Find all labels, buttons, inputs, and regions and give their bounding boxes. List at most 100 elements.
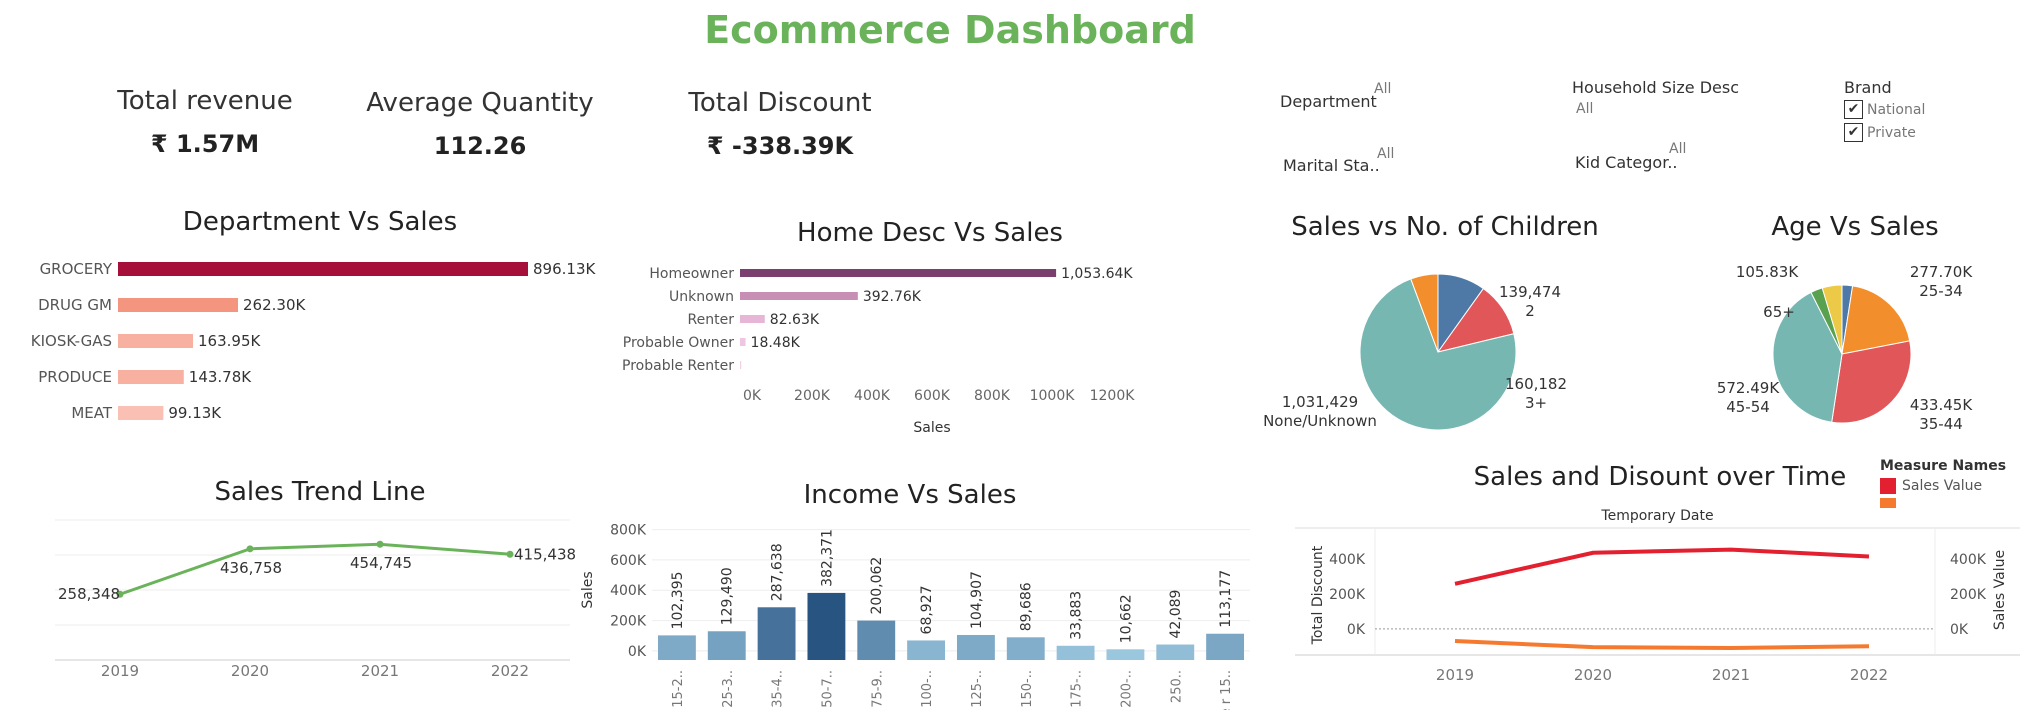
income-bar: [907, 640, 946, 660]
filter-department-value[interactable]: All: [1374, 81, 1391, 97]
home-x-tick-label: 800K: [974, 388, 1011, 404]
time-y-right-tick-label: 0K: [1950, 622, 1969, 638]
income-x-tick-label: 50-7..: [820, 670, 835, 708]
legend-label: Sales Value: [1902, 478, 1983, 494]
kpi-quantity-label: Average Quantity: [366, 88, 594, 118]
sales-discount-time-chart: Temporary Date0K 0K200K 200K400K 400KTotal …: [1295, 508, 2020, 684]
legend-swatch: [1880, 478, 1896, 494]
dept-value-label: 896.13K: [533, 260, 596, 278]
pie-value-label: 160,182: [1505, 375, 1567, 393]
income-bar: [1156, 644, 1195, 660]
pie-category-label: 25-34: [1919, 282, 1963, 300]
legend-title: Measure Names: [1880, 458, 2007, 474]
legend-item[interactable]: Sales Value: [1880, 478, 2020, 498]
income-x-tick-label: 100-..: [920, 670, 935, 708]
home-category-label: Unknown: [669, 289, 734, 305]
dept-bar: [118, 406, 164, 420]
filter-marital-label: Marital Sta..: [1283, 156, 1380, 175]
home-x-tick-label: 600K: [914, 388, 951, 404]
checkbox-checked-icon[interactable]: ✔: [1844, 123, 1863, 142]
checkbox-checked-icon[interactable]: ✔: [1844, 100, 1863, 119]
income-y-tick-label: 200K: [610, 614, 647, 630]
time-y-left-axis-label: Total Discount: [1310, 545, 1326, 645]
children-pie-chart: 139,4742 160,1823+ 1,031,429None/Unknown: [1263, 273, 1567, 431]
kpi-quantity-value: 112.26: [433, 132, 527, 160]
income-x-tick-label: 75-9..: [870, 670, 885, 708]
home-desc-bar-chart: Homeowner 1,053.64K Unknown 392.76K Renter 82…: [622, 266, 1135, 436]
dept-category-label: KIOSK-GAS: [31, 332, 112, 350]
time-x-tick-label: 2022: [1850, 666, 1888, 684]
pie-category-label: 2: [1525, 302, 1535, 320]
time-x-axis-label: Temporary Date: [1600, 508, 1713, 524]
income-value-label: 113,177: [1218, 570, 1234, 628]
income-x-tick-label: 175-..: [1070, 670, 1085, 708]
dept-value-label: 163.95K: [198, 332, 261, 350]
income-bar: [1006, 637, 1045, 660]
pie-value-label: 1,031,429: [1282, 393, 1358, 411]
trend-point: [376, 540, 384, 548]
trend-x-tick-label: 2020: [231, 662, 269, 680]
dept-value-label: 99.13K: [168, 404, 222, 422]
income-x-tick-label: 250..: [1169, 670, 1184, 703]
dept-bar: [118, 370, 184, 384]
age-pie-chart: 277.70K25-34 433.45K35-44 572.49K45-54 105.…: [1717, 263, 1973, 433]
income-value-label: 287,638: [770, 543, 786, 601]
dept-value-label: 262.30K: [243, 296, 306, 314]
home-value-label: 1,053.64K: [1061, 266, 1133, 282]
income-bar: [857, 620, 896, 660]
pie-value-label: 139,474: [1499, 283, 1561, 301]
pie-category-label: 35-44: [1919, 415, 1963, 433]
home-category-label: Renter: [688, 312, 735, 328]
filter-kid-label: Kid Categor..: [1575, 153, 1678, 172]
income-x-tick-label: 150-..: [1020, 670, 1035, 708]
income-x-tick-label: 200-..: [1119, 670, 1134, 708]
trend-point: [246, 545, 254, 553]
income-bar: [807, 592, 846, 660]
income-value-label: 33,883: [1069, 591, 1085, 640]
children-chart-title: Sales vs No. of Children: [1291, 212, 1599, 242]
pie-category-label: None/Unknown: [1263, 412, 1377, 430]
filter-brand-option-private[interactable]: ✔ Private: [1844, 122, 1916, 142]
pie-category-label: 45-54: [1726, 398, 1770, 416]
income-bar: [657, 635, 696, 660]
home-bar: [740, 338, 746, 346]
pie-value-label: 433.45K: [1910, 396, 1973, 414]
income-bar: [1106, 649, 1145, 660]
income-value-label: 129,490: [720, 567, 736, 625]
time-y-left-tick-label: 0K: [1347, 622, 1366, 638]
legend-item[interactable]: [1880, 498, 2020, 508]
income-value-label: 200,062: [869, 557, 885, 615]
pie-category-label: 65+: [1763, 303, 1795, 321]
brand-option-label: Private: [1867, 125, 1916, 141]
income-value-label: 89,686: [1019, 582, 1035, 631]
filter-household-value[interactable]: All: [1576, 101, 1593, 117]
time-series-line: [1454, 639, 1870, 651]
time-y-right-tick-label: 200K: [1950, 587, 1987, 603]
pie-category-label: 3+: [1525, 394, 1547, 412]
income-value-label: 10,662: [1118, 594, 1134, 643]
filter-brand-option-national[interactable]: ✔ National: [1844, 99, 1925, 119]
time-y-left-tick-label: 200K: [1329, 587, 1366, 603]
filter-kid-value[interactable]: All: [1669, 141, 1686, 157]
income-value-label: 42,089: [1168, 590, 1184, 639]
pie-slice: [1831, 340, 1912, 424]
trend-value-label: 436,758: [220, 559, 282, 577]
income-y-tick-label: 400K: [610, 583, 647, 599]
age-chart-title: Age Vs Sales: [1771, 212, 1939, 242]
dept-category-label: MEAT: [71, 404, 113, 422]
home-x-axis-label: Sales: [913, 420, 950, 436]
filter-brand-label: Brand: [1844, 78, 1892, 97]
trend-x-tick-label: 2022: [491, 662, 529, 680]
kpi-discount-value: ₹ -338.39K: [706, 132, 854, 160]
kpi-revenue-value: ₹ 1.57M: [150, 130, 260, 158]
home-bar: [740, 315, 765, 323]
trend-chart-title: Sales Trend Line: [214, 477, 426, 507]
income-y-tick-label: 0K: [628, 644, 647, 660]
dept-bar: [118, 262, 528, 276]
time-legend: Measure Names Sales Value: [1880, 458, 2020, 508]
home-x-tick-label: 400K: [854, 388, 891, 404]
income-value-label: 382,371: [819, 529, 835, 587]
filter-marital-value[interactable]: All: [1377, 146, 1394, 162]
income-value-label: 104,907: [969, 571, 985, 629]
pie-value-label: 105.83K: [1736, 263, 1799, 281]
